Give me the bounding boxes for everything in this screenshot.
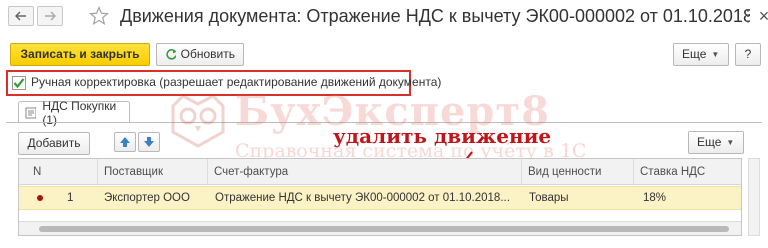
- column-header-value-type[interactable]: Вид ценности: [521, 159, 633, 185]
- column-header-rate[interactable]: Ставка НДС: [633, 159, 741, 185]
- table-header: N Поставщик Счет-фактура Вид ценности Ст…: [19, 159, 741, 185]
- checkmark-icon: [13, 78, 25, 89]
- chevron-down-icon: ▼: [711, 50, 720, 59]
- cell-value-type: Товары: [529, 192, 569, 204]
- refresh-label: Обновить: [180, 47, 235, 61]
- more-actions-label: Еще: [682, 47, 707, 61]
- arrow-right-icon: [45, 11, 56, 21]
- move-up-button[interactable]: [114, 132, 136, 152]
- table-more-label: Еще: [697, 135, 722, 149]
- back-button[interactable]: [8, 6, 34, 26]
- window-title: Движения документа: Отражение НДС к выче…: [120, 6, 750, 26]
- column-header-n[interactable]: N: [19, 159, 59, 185]
- chevron-down-icon: ▼: [726, 138, 735, 147]
- window-more-icon[interactable]: ⋮: [740, 5, 756, 27]
- favorite-star-icon[interactable]: [88, 5, 110, 29]
- help-button[interactable]: ?: [735, 43, 761, 66]
- horizontal-scrollbar[interactable]: [19, 221, 741, 235]
- cell-invoice: Отражение НДС к вычету ЭК00-000002 от 01…: [215, 192, 510, 204]
- tab-vat-purchases[interactable]: НДС Покупки (1): [18, 99, 130, 127]
- table-row[interactable]: 1 Экспортер ООО Отражение НДС к вычету Э…: [19, 186, 741, 210]
- save-and-close-label: Записать и закрыть: [20, 47, 140, 61]
- refresh-button[interactable]: Обновить: [156, 43, 244, 66]
- arrow-left-icon: [15, 11, 26, 21]
- refresh-icon: [166, 49, 176, 60]
- cell-n: 1: [67, 192, 74, 204]
- close-icon[interactable]: ×: [756, 5, 768, 27]
- cell-rate: 18%: [643, 192, 667, 204]
- manual-edit-checkbox[interactable]: [12, 76, 26, 90]
- column-header-supplier[interactable]: Поставщик: [97, 159, 215, 185]
- annotation-text: удалить движение: [333, 124, 552, 148]
- row-status-dot-icon: [37, 195, 43, 201]
- help-label: ?: [744, 47, 752, 61]
- move-down-button[interactable]: [138, 132, 160, 152]
- cell-supplier: Экспортер ООО: [104, 192, 190, 204]
- arrow-up-icon: [120, 137, 130, 147]
- movements-table: N Поставщик Счет-фактура Вид ценности Ст…: [18, 158, 742, 236]
- watermark-owl-icon: [165, 92, 231, 151]
- scrollbar-thumb[interactable]: [39, 226, 729, 232]
- add-row-label: Добавить: [27, 136, 81, 150]
- register-icon: [25, 107, 37, 118]
- save-and-close-button[interactable]: Записать и закрыть: [10, 43, 150, 66]
- forward-button[interactable]: [37, 6, 63, 26]
- add-row-button[interactable]: Добавить: [18, 132, 90, 155]
- vertical-scrollbar[interactable]: [748, 158, 760, 236]
- more-actions-button[interactable]: Еще ▼: [673, 43, 729, 66]
- column-header-invoice[interactable]: Счет-фактура: [207, 159, 527, 185]
- arrow-down-icon: [144, 137, 154, 147]
- table-more-button[interactable]: Еще ▼: [688, 131, 744, 154]
- manual-edit-label: Ручная корректировка (разрешает редактир…: [31, 75, 442, 89]
